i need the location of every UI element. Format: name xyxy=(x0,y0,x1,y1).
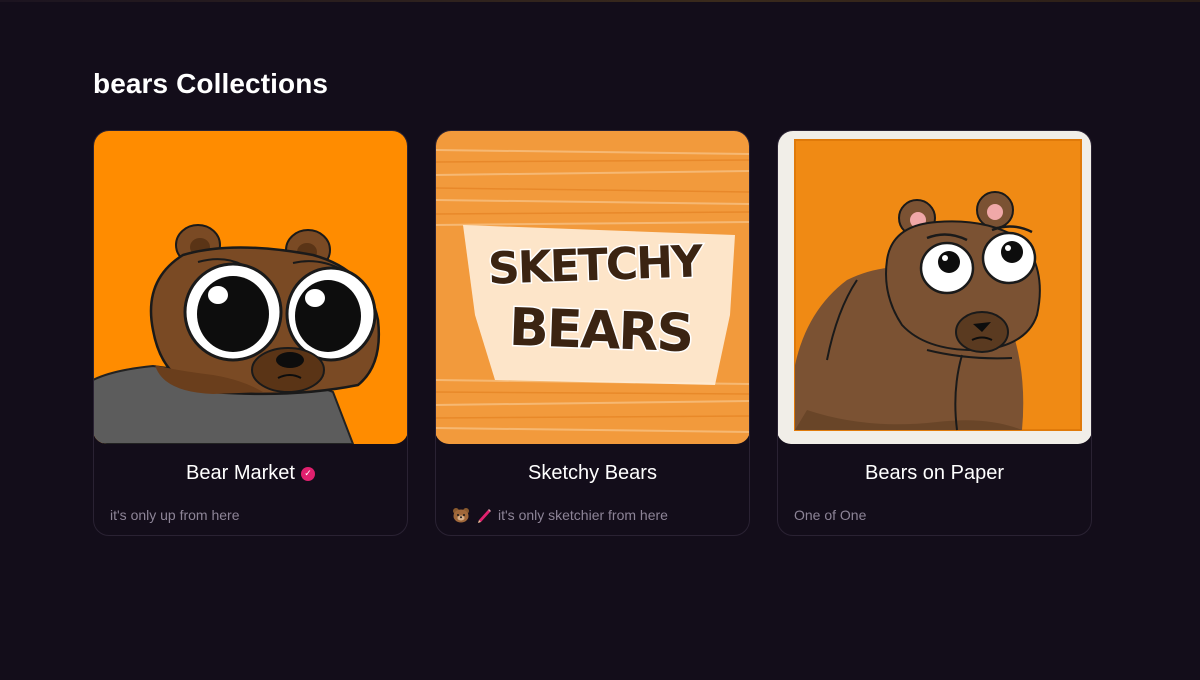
collection-name-text[interactable]: Sketchy Bears xyxy=(528,462,657,485)
collection-card-sketchy-bears[interactable]: SKETCHY SKETCHY BEARS BEARS Sketchy Bear… xyxy=(435,130,750,536)
collection-description-text: One of One xyxy=(794,507,867,523)
collection-name[interactable]: Bear Market ✓ xyxy=(94,462,407,485)
sketchy-bears-logo-art[interactable]: SKETCHY SKETCHY BEARS BEARS xyxy=(436,131,749,444)
collection-name[interactable]: Sketchy Bears xyxy=(436,462,749,485)
collection-name-text[interactable]: Bears on Paper xyxy=(865,462,1004,485)
collection-description-text: it's only sketchier from here xyxy=(498,507,668,523)
collection-name[interactable]: Bears on Paper xyxy=(778,462,1091,485)
collection-card-bears-on-paper[interactable]: Bears on Paper One of One xyxy=(777,130,1092,536)
collection-name-text[interactable]: Bear Market xyxy=(186,462,295,485)
paper-bear-art[interactable] xyxy=(778,131,1091,444)
bear-face-icon xyxy=(452,507,470,523)
top-divider xyxy=(0,0,1200,2)
pencil-icon xyxy=(476,507,492,523)
collection-description: it's only sketchier from here xyxy=(452,507,749,523)
collection-card-bear-market[interactable]: Bear Market ✓ it's only up from here xyxy=(93,130,408,536)
collection-description: it's only up from here xyxy=(110,507,407,523)
page-title: bears Collections xyxy=(93,68,329,99)
collection-description: One of One xyxy=(794,507,1091,523)
collections-grid: Bear Market ✓ it's only up from here SKE… xyxy=(93,130,1092,536)
collection-description-text: it's only up from here xyxy=(110,507,240,523)
svg-text:SKETCHY: SKETCHY xyxy=(487,236,705,295)
verified-badge-icon: ✓ xyxy=(300,466,315,481)
big-eyed-bear-art[interactable] xyxy=(94,131,407,444)
svg-text:BEARS: BEARS xyxy=(508,298,693,364)
